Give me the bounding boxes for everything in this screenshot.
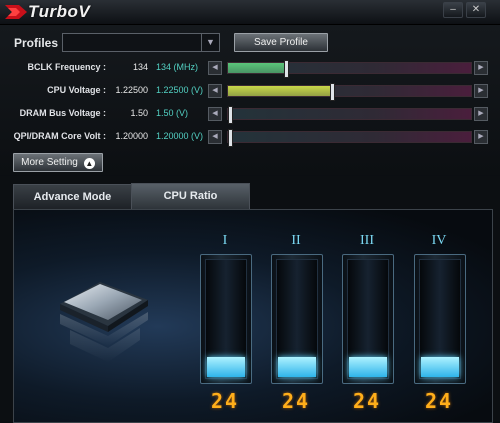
cpu-chip-icon [60, 282, 148, 362]
bclk-slider-handle[interactable] [284, 60, 289, 78]
cpu-voltage-slider[interactable] [227, 83, 472, 101]
ratio-column-2-fill [278, 357, 316, 377]
bclk-value: 134 [132, 62, 148, 72]
profiles-dropdown[interactable]: ▼ [62, 33, 220, 52]
ratio-column-3-fill [349, 357, 387, 377]
qpi-voltage-label: QPI/DRAM Core Volt : [13, 131, 106, 141]
tab-cpu-ratio[interactable]: CPU Ratio [131, 183, 250, 210]
qpi-voltage-slider[interactable] [227, 129, 472, 147]
ratio-column-4-well [419, 259, 461, 379]
ratio-column-1-value: 24 [210, 389, 240, 413]
more-setting-button[interactable]: More Setting ▲ [13, 153, 103, 172]
bclk-unit-value: 134 (MHz) [156, 62, 199, 72]
ratio-column-3-value: 24 [352, 389, 382, 413]
bclk-increase-button[interactable]: ▶ [474, 61, 488, 75]
dram-voltage-slider-handle[interactable] [228, 106, 233, 124]
profiles-label: Profiles : [14, 36, 66, 50]
ratio-column-3-label: III [360, 233, 374, 248]
more-setting-label: More Setting [21, 157, 78, 168]
dram-voltage-unit-value: 1.50 (V) [156, 108, 189, 118]
qpi-voltage-slider-handle[interactable] [228, 129, 233, 147]
dram-voltage-value: 1.50 [130, 108, 148, 118]
bclk-label: BCLK Frequency : [27, 62, 106, 72]
cpu-voltage-decrease-button[interactable]: ◀ [208, 84, 222, 98]
ratio-column-2-well [276, 259, 318, 379]
minimize-button[interactable]: – [443, 2, 463, 18]
dram-voltage-increase-button[interactable]: ▶ [474, 107, 488, 121]
dram-voltage-slider[interactable] [227, 106, 472, 124]
cpu-voltage-slider-fill [228, 86, 332, 96]
bclk-decrease-button[interactable]: ◀ [208, 61, 222, 75]
bclk-slider-fill [228, 63, 286, 73]
qpi-voltage-unit-value: 1.20000 (V) [156, 131, 204, 141]
turbov-logo-icon [5, 5, 27, 19]
ratio-column-1-well [205, 259, 247, 379]
dram-voltage-label: DRAM Bus Voltage : [19, 108, 106, 118]
bclk-slider[interactable] [227, 60, 472, 78]
title-bar: TurboV – ✕ [0, 0, 500, 25]
app-title: TurboV [28, 2, 91, 21]
ratio-column-2-value: 24 [281, 389, 311, 413]
ratio-column-4-value: 24 [424, 389, 454, 413]
tab-advance-mode[interactable]: Advance Mode [13, 184, 132, 210]
ratio-column-3-well [347, 259, 389, 379]
chevron-up-icon: ▲ [83, 158, 95, 169]
ratio-column-3-bar[interactable] [342, 254, 394, 384]
ratio-column-1-label: I [222, 233, 228, 248]
ratio-column-1-bar[interactable] [200, 254, 252, 384]
qpi-voltage-increase-button[interactable]: ▶ [474, 130, 488, 144]
cpu-voltage-unit-value: 1.22500 (V) [156, 85, 204, 95]
ratio-column-2-bar[interactable] [271, 254, 323, 384]
cpu-voltage-value: 1.22500 [115, 85, 148, 95]
ratio-column-4-label: IV [431, 233, 447, 248]
cpu-voltage-slider-handle[interactable] [330, 83, 335, 101]
dram-voltage-decrease-button[interactable]: ◀ [208, 107, 222, 121]
save-profile-button[interactable]: Save Profile [234, 33, 328, 52]
cpu-voltage-label: CPU Voltage : [47, 85, 106, 95]
qpi-voltage-decrease-button[interactable]: ◀ [208, 130, 222, 144]
ratio-column-1-fill [207, 357, 245, 377]
chevron-down-icon[interactable]: ▼ [201, 34, 219, 51]
qpi-voltage-value: 1.20000 [115, 131, 148, 141]
ratio-column-4-bar[interactable] [414, 254, 466, 384]
ratio-column-2-label: II [291, 233, 301, 248]
close-button[interactable]: ✕ [466, 2, 486, 18]
ratio-column-4-fill [421, 357, 459, 377]
cpu-voltage-increase-button[interactable]: ▶ [474, 84, 488, 98]
